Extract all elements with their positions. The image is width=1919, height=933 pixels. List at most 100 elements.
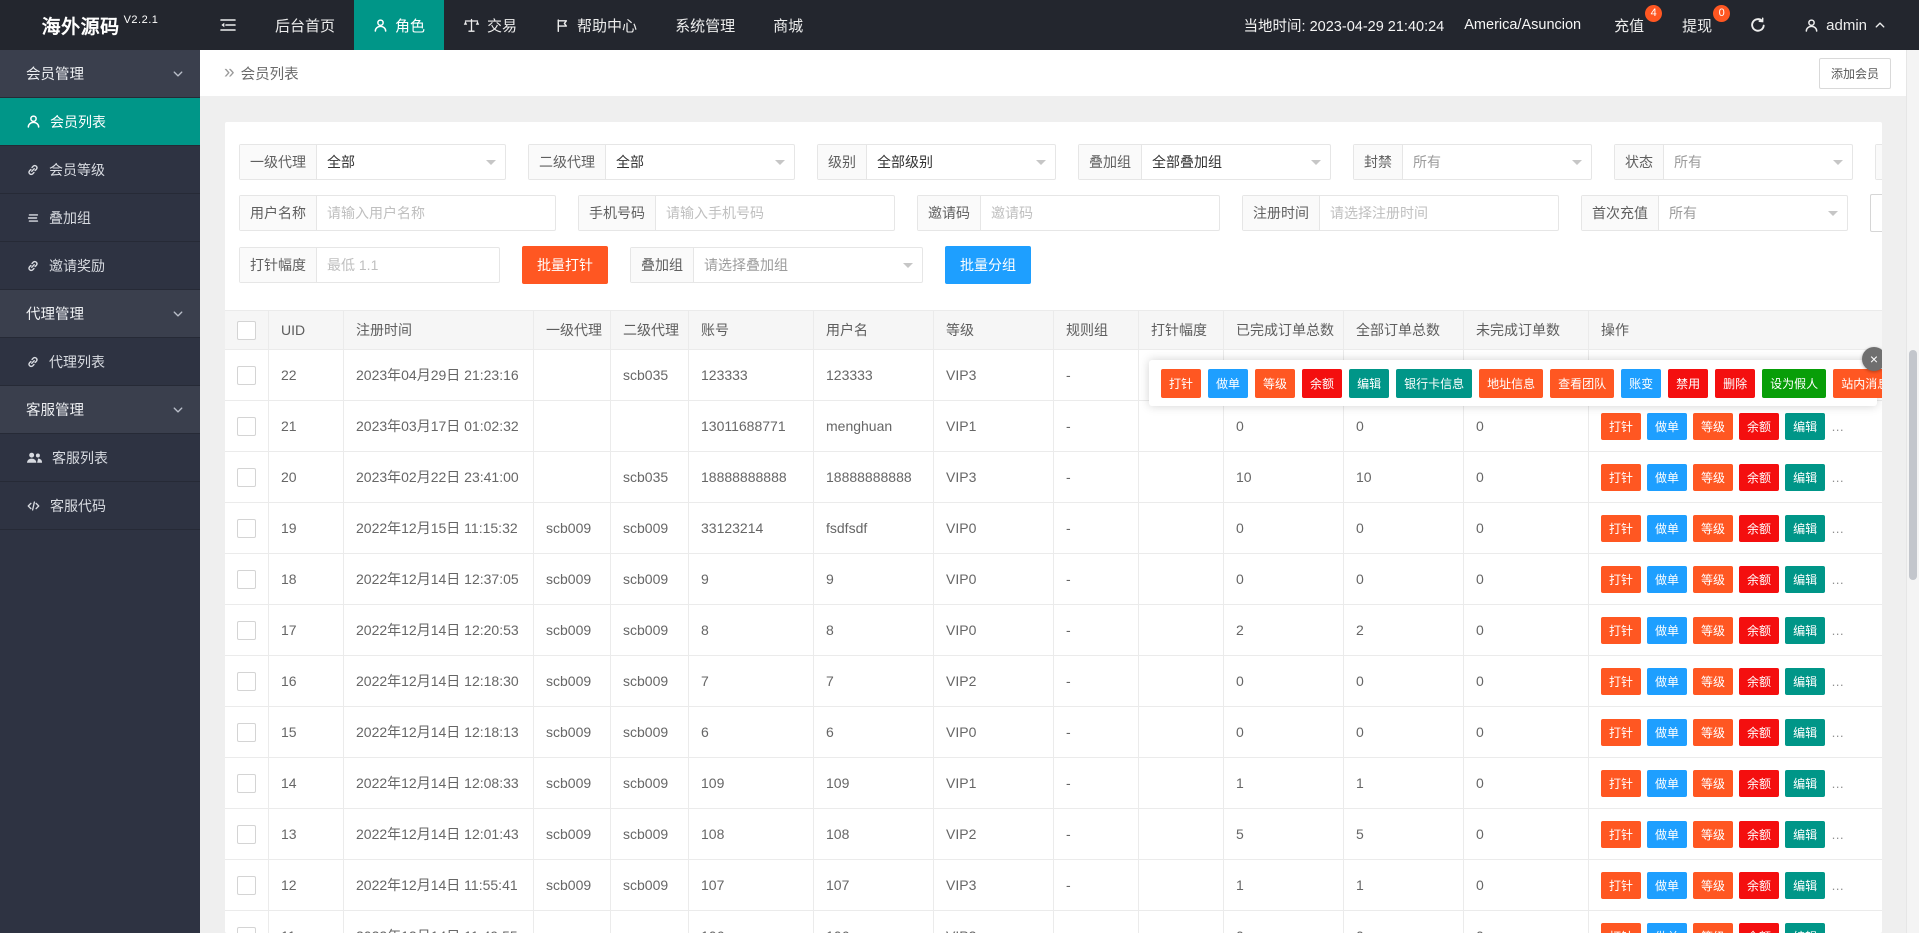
sidebar-item-member-level[interactable]: 会员等级 bbox=[0, 146, 200, 194]
scrollbar[interactable] bbox=[1906, 50, 1919, 933]
action-inject-button[interactable]: 打针 bbox=[1601, 820, 1642, 848]
action-inject-button[interactable]: 打针 bbox=[1601, 871, 1642, 899]
action-balance-button[interactable]: 余额 bbox=[1739, 514, 1780, 542]
action-balance-button[interactable]: 余额 bbox=[1739, 820, 1780, 848]
close-icon[interactable]: × bbox=[1862, 347, 1882, 371]
sidebar-item-service-code[interactable]: 客服代码 bbox=[0, 482, 200, 530]
row-checkbox[interactable] bbox=[237, 620, 256, 640]
filter-agent1-select[interactable]: 全部 bbox=[317, 145, 505, 179]
add-member-button[interactable]: 添加会员 bbox=[1818, 57, 1891, 89]
row-checkbox[interactable] bbox=[237, 365, 256, 385]
action-order-button[interactable]: 做单 bbox=[1647, 871, 1688, 899]
action-level-button[interactable]: 等级 bbox=[1693, 667, 1734, 695]
action-level-button[interactable]: 等级 bbox=[1693, 565, 1734, 593]
row-checkbox[interactable] bbox=[237, 518, 256, 538]
more-actions-button[interactable]: … bbox=[1831, 674, 1845, 689]
row-checkbox[interactable] bbox=[237, 875, 256, 895]
action-balance-button[interactable]: 余额 bbox=[1739, 463, 1780, 491]
action-order-button[interactable]: 做单 bbox=[1647, 769, 1688, 797]
action-order-button[interactable]: 做单 bbox=[1647, 412, 1688, 440]
popup-level-button[interactable]: 等级 bbox=[1255, 368, 1296, 398]
more-actions-button[interactable]: … bbox=[1831, 878, 1845, 893]
filter-level-select[interactable]: 全部级别 bbox=[867, 145, 1055, 179]
popup-account-change-button[interactable]: 账变 bbox=[1621, 368, 1662, 398]
action-inject-button[interactable]: 打针 bbox=[1601, 514, 1642, 542]
more-actions-button[interactable]: … bbox=[1831, 827, 1845, 842]
popup-bank-card-button[interactable]: 银行卡信息 bbox=[1396, 368, 1473, 398]
sidebar-group-agent-mgmt[interactable]: 代理管理 bbox=[0, 290, 200, 338]
action-level-button[interactable]: 等级 bbox=[1693, 718, 1734, 746]
action-balance-button[interactable]: 余额 bbox=[1739, 667, 1780, 695]
action-order-button[interactable]: 做单 bbox=[1647, 922, 1688, 933]
action-balance-button[interactable]: 余额 bbox=[1739, 412, 1780, 440]
action-order-button[interactable]: 做单 bbox=[1647, 616, 1688, 644]
refresh-button[interactable] bbox=[1731, 0, 1785, 50]
action-order-button[interactable]: 做单 bbox=[1647, 820, 1688, 848]
row-checkbox[interactable] bbox=[237, 722, 256, 742]
filter-agent2-select[interactable]: 全部 bbox=[606, 145, 794, 179]
sidebar-group-member-mgmt[interactable]: 会员管理 bbox=[0, 50, 200, 98]
action-inject-button[interactable]: 打针 bbox=[1601, 718, 1642, 746]
row-checkbox[interactable] bbox=[237, 569, 256, 589]
row-checkbox[interactable] bbox=[237, 824, 256, 844]
filter-status-select[interactable]: 所有 bbox=[1664, 145, 1852, 179]
batch-stack-group-select[interactable]: 请选择叠加组 bbox=[694, 248, 922, 282]
action-edit-button[interactable]: 编辑 bbox=[1785, 412, 1826, 440]
row-checkbox[interactable] bbox=[237, 671, 256, 691]
action-inject-button[interactable]: 打针 bbox=[1601, 463, 1642, 491]
more-actions-button[interactable]: … bbox=[1831, 623, 1845, 638]
action-level-button[interactable]: 等级 bbox=[1693, 412, 1734, 440]
action-level-button[interactable]: 等级 bbox=[1693, 922, 1734, 933]
action-balance-button[interactable]: 余额 bbox=[1739, 769, 1780, 797]
action-balance-button[interactable]: 余额 bbox=[1739, 718, 1780, 746]
action-order-button[interactable]: 做单 bbox=[1647, 718, 1688, 746]
action-balance-button[interactable]: 余额 bbox=[1739, 871, 1780, 899]
action-level-button[interactable]: 等级 bbox=[1693, 616, 1734, 644]
sidebar-toggle[interactable] bbox=[200, 0, 256, 50]
select-all-checkbox[interactable] bbox=[237, 320, 256, 340]
action-level-button[interactable]: 等级 bbox=[1693, 820, 1734, 848]
batch-group-button[interactable]: 批量分组 bbox=[945, 246, 1031, 284]
filter-reg-time-input[interactable] bbox=[1320, 196, 1558, 230]
nav-item-system[interactable]: 系统管理 bbox=[656, 0, 754, 50]
popup-address-button[interactable]: 地址信息 bbox=[1479, 368, 1544, 398]
row-checkbox[interactable] bbox=[237, 467, 256, 487]
filter-username-input[interactable] bbox=[317, 196, 555, 230]
popup-set-fake-button[interactable]: 设为假人 bbox=[1762, 368, 1827, 398]
action-edit-button[interactable]: 编辑 bbox=[1785, 565, 1826, 593]
action-inject-button[interactable]: 打针 bbox=[1601, 769, 1642, 797]
action-balance-button[interactable]: 余额 bbox=[1739, 922, 1780, 933]
filter-phone-input[interactable] bbox=[656, 196, 894, 230]
action-order-button[interactable]: 做单 bbox=[1647, 565, 1688, 593]
action-edit-button[interactable]: 编辑 bbox=[1785, 922, 1826, 933]
action-level-button[interactable]: 等级 bbox=[1693, 871, 1734, 899]
action-edit-button[interactable]: 编辑 bbox=[1785, 871, 1826, 899]
more-actions-button[interactable]: … bbox=[1831, 725, 1845, 740]
filter-invite-code-input[interactable] bbox=[981, 196, 1219, 230]
action-edit-button[interactable]: 编辑 bbox=[1785, 718, 1826, 746]
popup-edit-button[interactable]: 编辑 bbox=[1349, 368, 1390, 398]
inject-range-input[interactable] bbox=[317, 248, 499, 282]
user-menu[interactable]: admin bbox=[1785, 0, 1905, 50]
sidebar-item-stack-group[interactable]: 叠加组 bbox=[0, 194, 200, 242]
popup-site-message-button[interactable]: 站内消息 bbox=[1833, 368, 1882, 398]
more-actions-button[interactable]: … bbox=[1831, 929, 1845, 933]
filter-ban-select[interactable]: 所有 bbox=[1403, 145, 1591, 179]
sidebar-item-service-list[interactable]: 客服列表 bbox=[0, 434, 200, 482]
action-inject-button[interactable]: 打针 bbox=[1601, 616, 1642, 644]
nav-item-withdraw[interactable]: 提现 0 bbox=[1663, 0, 1731, 50]
row-checkbox[interactable] bbox=[237, 773, 256, 793]
nav-item-trade[interactable]: 交易 bbox=[444, 0, 536, 50]
nav-item-role[interactable]: 角色 bbox=[354, 0, 445, 50]
action-balance-button[interactable]: 余额 bbox=[1739, 565, 1780, 593]
action-balance-button[interactable]: 余额 bbox=[1739, 616, 1780, 644]
action-order-button[interactable]: 做单 bbox=[1647, 463, 1688, 491]
nav-item-help[interactable]: 帮助中心 bbox=[536, 0, 656, 50]
action-level-button[interactable]: 等级 bbox=[1693, 463, 1734, 491]
more-actions-button[interactable]: … bbox=[1831, 470, 1845, 485]
nav-item-home[interactable]: 后台首页 bbox=[256, 0, 354, 50]
action-inject-button[interactable]: 打针 bbox=[1601, 565, 1642, 593]
more-actions-button[interactable]: … bbox=[1831, 521, 1845, 536]
more-actions-button[interactable]: … bbox=[1831, 776, 1845, 791]
scrollbar-thumb[interactable] bbox=[1909, 350, 1917, 580]
